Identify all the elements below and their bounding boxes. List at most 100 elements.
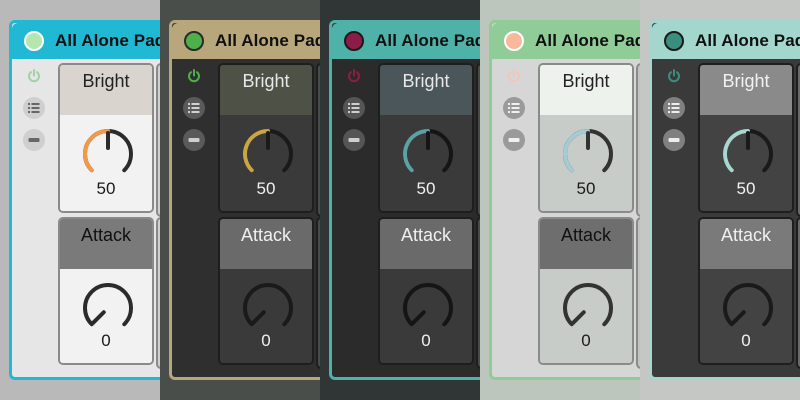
- list-button[interactable]: [183, 97, 205, 119]
- theme-panel-grey-mint: All Alone Pad Bright 50 Attack 0: [640, 0, 800, 400]
- knob-value-arc: [83, 129, 110, 173]
- macro-label: Attack: [60, 219, 152, 269]
- power-icon: [348, 69, 360, 83]
- theme-panel-dark-tan: All Alone Pad Bright 50 Attack 0: [160, 0, 320, 400]
- knob-icon[interactable]: [240, 126, 296, 182]
- power-button[interactable]: [663, 65, 685, 87]
- macro-value: 0: [421, 331, 431, 350]
- minimize-button[interactable]: [23, 129, 45, 151]
- macro-bright[interactable]: Bright 50: [218, 63, 314, 213]
- device-body: Bright 50 Attack 0: [176, 59, 320, 373]
- knob-icon[interactable]: [80, 126, 136, 182]
- power-button[interactable]: [23, 65, 45, 87]
- minimize-button[interactable]: [663, 129, 685, 151]
- device-body: Bright 50 Attack 0: [16, 59, 160, 373]
- device-activator-button[interactable]: [24, 31, 44, 51]
- device-activator-button[interactable]: [664, 31, 684, 51]
- knob-icon[interactable]: [80, 280, 136, 336]
- knob-icon[interactable]: [400, 126, 456, 182]
- macro-knob-area: 0: [220, 269, 312, 363]
- macro-attack[interactable]: Attack 0: [378, 217, 474, 365]
- macro-label: Bright: [220, 65, 312, 115]
- theme-panel-sage: All Alone Pad Bright 50 Attack 0: [480, 0, 640, 400]
- macro-label: Attack: [380, 219, 472, 269]
- power-icon: [28, 69, 40, 83]
- knob-track: [723, 283, 773, 327]
- knob-icon[interactable]: [720, 126, 776, 182]
- list-button[interactable]: [663, 97, 685, 119]
- macro-label: Bright: [700, 65, 792, 115]
- device-title-bar[interactable]: All Alone Pad: [492, 23, 640, 59]
- macro-value: 50: [576, 179, 596, 198]
- minimize-button[interactable]: [343, 129, 365, 151]
- list-icon: [348, 103, 360, 113]
- power-button[interactable]: [183, 65, 205, 87]
- device-body: Bright 50 Attack 0: [496, 59, 640, 373]
- list-button[interactable]: [343, 97, 365, 119]
- knob-value-arc: [243, 129, 270, 173]
- macro-bright[interactable]: Bright 50: [58, 63, 154, 213]
- list-icon: [28, 103, 40, 113]
- device-rack: All Alone Pad Bright 50 Attack 0: [649, 20, 800, 380]
- minimize-button[interactable]: [503, 129, 525, 151]
- device-rack: All Alone Pad Bright 50 Attack 0: [489, 20, 640, 380]
- device-title-bar[interactable]: All Alone Pad: [172, 23, 320, 59]
- power-icon: [508, 69, 520, 83]
- minimize-icon: [28, 138, 40, 142]
- device-title-bar[interactable]: All Alone Pad: [12, 23, 160, 59]
- device-body: Bright 50 Attack 0: [336, 59, 480, 373]
- device-title: All Alone Pad: [695, 31, 800, 50]
- macro-value: 0: [101, 331, 111, 350]
- macro-knob-area: 50: [700, 115, 792, 211]
- knob-value-arc: [723, 129, 750, 173]
- knob-icon[interactable]: [560, 126, 616, 182]
- macro-bright[interactable]: Bright 50: [538, 63, 634, 213]
- macro-knob-area: 0: [380, 269, 472, 363]
- device-activator-button[interactable]: [504, 31, 524, 51]
- minimize-button[interactable]: [183, 129, 205, 151]
- macro-value: 50: [256, 179, 276, 198]
- macro-knob-area: 0: [540, 269, 632, 363]
- knob-icon[interactable]: [240, 280, 296, 336]
- knob-needle: [251, 310, 266, 325]
- macro-attack[interactable]: Attack 0: [218, 217, 314, 365]
- macro-knob-area: 0: [60, 269, 152, 363]
- device-activator-button[interactable]: [344, 31, 364, 51]
- macro-bright[interactable]: Bright 50: [378, 63, 474, 213]
- list-button[interactable]: [23, 97, 45, 119]
- macro-label: Bright: [540, 65, 632, 115]
- device-activator-button[interactable]: [184, 31, 204, 51]
- macro-partial-next[interactable]: [796, 63, 800, 217]
- macro-partial-next[interactable]: [796, 217, 800, 369]
- macro-label: Bright: [380, 65, 472, 115]
- macro-value: 0: [741, 331, 751, 350]
- knob-icon[interactable]: [560, 280, 616, 336]
- knob-track: [403, 283, 453, 327]
- minimize-icon: [668, 138, 680, 142]
- knob-value-arc: [403, 129, 430, 173]
- power-button[interactable]: [503, 65, 525, 87]
- list-button[interactable]: [503, 97, 525, 119]
- knob-icon[interactable]: [400, 280, 456, 336]
- macro-value: 50: [736, 179, 756, 198]
- device-title-bar[interactable]: All Alone Pad: [332, 23, 480, 59]
- knob-needle: [91, 310, 106, 325]
- theme-panel-light-blue: All Alone Pad Bright 50 Attack 0: [0, 0, 160, 400]
- minimize-icon: [508, 138, 520, 142]
- knob-track: [83, 283, 133, 327]
- macro-attack[interactable]: Attack 0: [58, 217, 154, 365]
- minimize-icon: [348, 138, 360, 142]
- macro-attack[interactable]: Attack 0: [698, 217, 794, 365]
- knob-value-arc: [563, 129, 590, 173]
- power-icon: [188, 69, 200, 83]
- power-icon: [668, 69, 680, 83]
- device-title-bar[interactable]: All Alone Pad: [652, 23, 800, 59]
- knob-icon[interactable]: [720, 280, 776, 336]
- device-body: Bright 50 Attack 0: [656, 59, 800, 373]
- macro-attack[interactable]: Attack 0: [538, 217, 634, 365]
- macro-bright[interactable]: Bright 50: [698, 63, 794, 213]
- device-title: All Alone Pad: [535, 31, 640, 50]
- macro-label: Attack: [220, 219, 312, 269]
- list-icon: [188, 103, 200, 113]
- power-button[interactable]: [343, 65, 365, 87]
